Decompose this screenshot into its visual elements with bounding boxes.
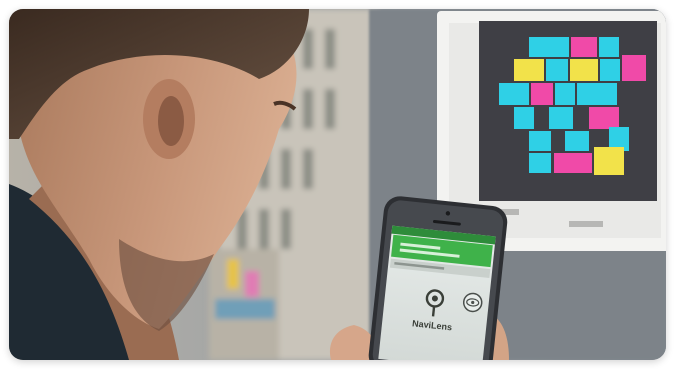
smartphone: NaviLens — [368, 196, 508, 360]
photo-frame: NaviLens — [9, 9, 666, 360]
photo-scene: NaviLens — [9, 9, 666, 360]
